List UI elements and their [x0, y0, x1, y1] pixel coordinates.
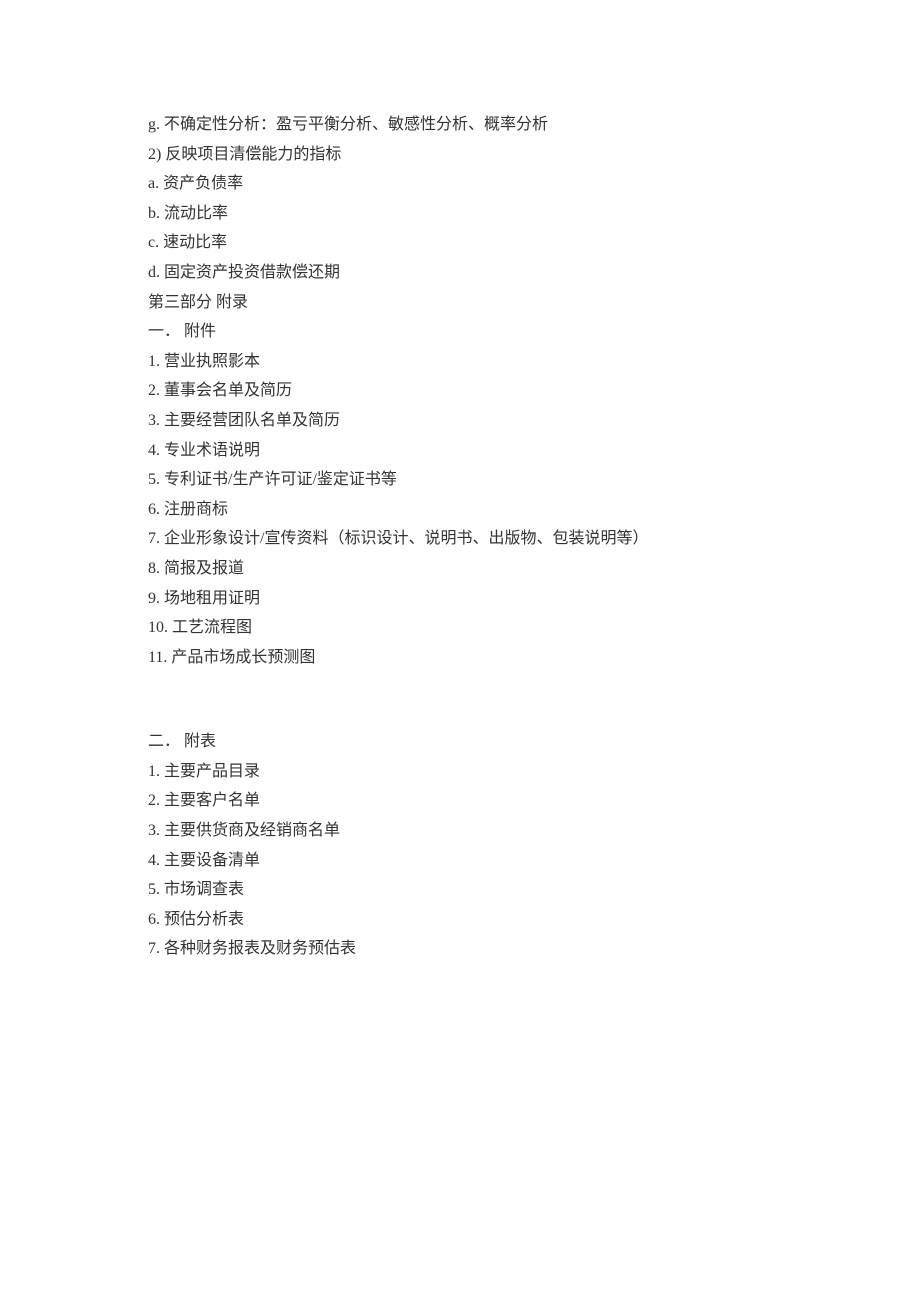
text-line: b. 流动比率	[148, 199, 772, 229]
list-item: 6. 预估分析表	[148, 905, 772, 935]
list-item: 8. 简报及报道	[148, 554, 772, 584]
list-item: 11. 产品市场成长预测图	[148, 643, 772, 673]
text-line: 2) 反映项目清偿能力的指标	[148, 140, 772, 170]
subsection-heading: 一． 附件	[148, 317, 772, 347]
list-item: 6. 注册商标	[148, 495, 772, 525]
list-item: 9. 场地租用证明	[148, 584, 772, 614]
list-item: 1. 主要产品目录	[148, 757, 772, 787]
list-item: 2. 董事会名单及简历	[148, 376, 772, 406]
list-item: 10. 工艺流程图	[148, 613, 772, 643]
list-item: 3. 主要经营团队名单及简历	[148, 406, 772, 436]
text-line: g. 不确定性分析：盈亏平衡分析、敏感性分析、概率分析	[148, 110, 772, 140]
list-item: 4. 主要设备清单	[148, 846, 772, 876]
list-item: 7. 各种财务报表及财务预估表	[148, 934, 772, 964]
section-heading: 第三部分 附录	[148, 288, 772, 318]
list-item: 1. 营业执照影本	[148, 347, 772, 377]
text-line: a. 资产负债率	[148, 169, 772, 199]
list-item: 7. 企业形象设计/宣传资料（标识设计、说明书、出版物、包装说明等）	[148, 524, 772, 554]
subsection-heading: 二． 附表	[148, 727, 772, 757]
list-item: 4. 专业术语说明	[148, 436, 772, 466]
list-item: 2. 主要客户名单	[148, 786, 772, 816]
list-item: 5. 专利证书/生产许可证/鉴定证书等	[148, 465, 772, 495]
blank-spacer	[148, 672, 772, 727]
text-line: d. 固定资产投资借款偿还期	[148, 258, 772, 288]
list-item: 3. 主要供货商及经销商名单	[148, 816, 772, 846]
list-item: 5. 市场调查表	[148, 875, 772, 905]
text-line: c. 速动比率	[148, 228, 772, 258]
